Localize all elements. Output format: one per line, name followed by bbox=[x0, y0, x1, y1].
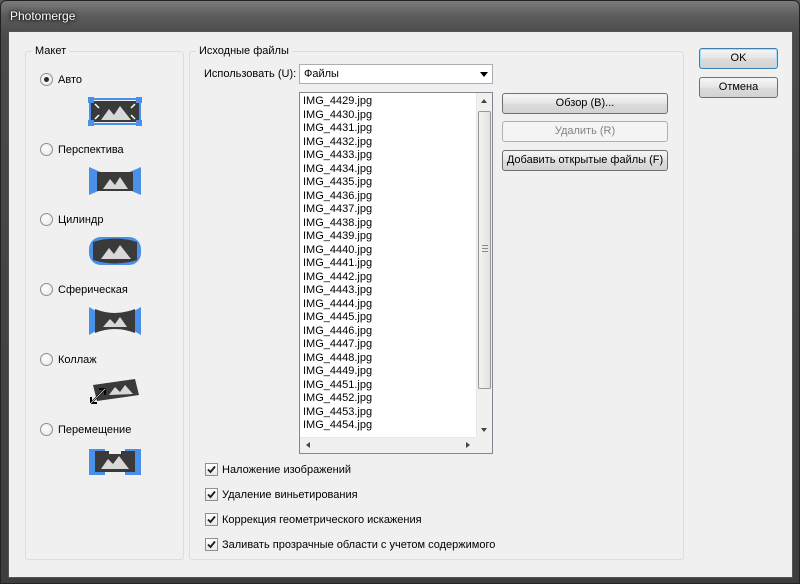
file-list-item[interactable]: IMG_4453.jpg bbox=[303, 406, 475, 420]
collage-label: Коллаж bbox=[58, 353, 97, 366]
auto-layout-icon bbox=[88, 97, 142, 126]
file-list-item[interactable]: IMG_4454.jpg bbox=[303, 419, 475, 433]
content-aware-fill-option[interactable]: Заливать прозрачные области с учетом сод… bbox=[205, 538, 495, 551]
layout-option-spherical[interactable]: Сферическая bbox=[40, 283, 128, 296]
scroll-right-arrow-icon[interactable] bbox=[466, 442, 470, 448]
title-bar[interactable]: Photomerge bbox=[1, 1, 799, 31]
spherical-label: Сферическая bbox=[58, 283, 128, 296]
cylinder-radio[interactable] bbox=[40, 213, 53, 226]
file-list-item[interactable]: IMG_4446.jpg bbox=[303, 325, 475, 339]
vignette-removal-label: Удаление виньетирования bbox=[222, 488, 358, 501]
chevron-down-icon bbox=[480, 72, 488, 77]
vignette-removal-checkbox[interactable] bbox=[205, 488, 218, 501]
use-label: Использовать (U): bbox=[204, 68, 297, 80]
file-list-item[interactable]: IMG_4441.jpg bbox=[303, 257, 475, 271]
checkmark-icon bbox=[207, 540, 216, 549]
layout-option-perspective[interactable]: Перспектива bbox=[40, 143, 124, 156]
blend-images-option[interactable]: Наложение изображений bbox=[205, 463, 351, 476]
file-list-item[interactable]: IMG_4448.jpg bbox=[303, 352, 475, 366]
layout-option-collage[interactable]: Коллаж bbox=[40, 353, 97, 366]
file-list-item[interactable]: IMG_4430.jpg bbox=[303, 109, 475, 123]
dialog-client: Макет Авто Перспектива Цилиндр Сферическ… bbox=[8, 31, 793, 578]
file-list-item[interactable]: IMG_4439.jpg bbox=[303, 230, 475, 244]
perspective-label: Перспектива bbox=[58, 143, 124, 156]
scroll-up-arrow-icon[interactable] bbox=[481, 99, 487, 103]
auto-label: Авто bbox=[58, 73, 82, 86]
file-list-item[interactable]: IMG_4447.jpg bbox=[303, 338, 475, 352]
source-files-legend: Исходные файлы bbox=[199, 45, 289, 57]
remove-button[interactable]: Удалить (R) bbox=[502, 121, 668, 142]
file-list-item[interactable]: IMG_4440.jpg bbox=[303, 244, 475, 258]
perspective-radio[interactable] bbox=[40, 143, 53, 156]
reposition-label: Перемещение bbox=[58, 423, 132, 436]
file-list-item[interactable]: IMG_4437.jpg bbox=[303, 203, 475, 217]
distortion-correction-option[interactable]: Коррекция геометрического искажения bbox=[205, 513, 422, 526]
cancel-button[interactable]: Отмена bbox=[699, 77, 778, 98]
blend-images-checkbox[interactable] bbox=[205, 463, 218, 476]
file-list-item[interactable]: IMG_4435.jpg bbox=[303, 176, 475, 190]
reposition-radio[interactable] bbox=[40, 423, 53, 436]
vertical-scrollbar[interactable] bbox=[476, 93, 492, 437]
reposition-layout-icon bbox=[89, 446, 141, 475]
file-list-item[interactable]: IMG_4445.jpg bbox=[303, 311, 475, 325]
perspective-layout-icon bbox=[89, 167, 141, 195]
collage-layout-icon bbox=[90, 379, 139, 404]
file-list-item[interactable]: IMG_4438.jpg bbox=[303, 217, 475, 231]
spherical-layout-icon bbox=[89, 307, 141, 335]
checkmark-icon bbox=[207, 515, 216, 524]
collage-radio[interactable] bbox=[40, 353, 53, 366]
layout-option-cylinder[interactable]: Цилиндр bbox=[40, 213, 103, 226]
window-title: Photomerge bbox=[10, 9, 76, 23]
layout-option-auto[interactable]: Авто bbox=[40, 73, 82, 86]
scrollbar-corner bbox=[476, 437, 492, 453]
add-open-files-button[interactable]: Добавить открытые файлы (F) bbox=[502, 150, 668, 171]
distortion-correction-label: Коррекция геометрического искажения bbox=[222, 513, 422, 526]
spherical-radio[interactable] bbox=[40, 283, 53, 296]
file-list-item[interactable]: IMG_4451.jpg bbox=[303, 379, 475, 393]
cylinder-label: Цилиндр bbox=[58, 213, 104, 226]
layout-group-legend: Макет bbox=[35, 45, 67, 57]
vignette-removal-option[interactable]: Удаление виньетирования bbox=[205, 488, 358, 501]
file-list-item[interactable]: IMG_4432.jpg bbox=[303, 136, 475, 150]
file-list-item[interactable]: IMG_4444.jpg bbox=[303, 298, 475, 312]
file-list[interactable]: IMG_4429.jpg IMG_4430.jpg IMG_4431.jpg IMG_… bbox=[299, 92, 493, 454]
distortion-correction-checkbox[interactable] bbox=[205, 513, 218, 526]
photomerge-window: Photomerge Макет Авто Перспектива Цилинд… bbox=[0, 0, 800, 584]
file-list-item[interactable]: IMG_4433.jpg bbox=[303, 149, 475, 163]
horizontal-scrollbar[interactable] bbox=[300, 437, 476, 453]
file-list-item[interactable]: IMG_4436.jpg bbox=[303, 190, 475, 204]
checkmark-icon bbox=[207, 465, 216, 474]
ok-button[interactable]: OK bbox=[699, 48, 778, 69]
file-list-item[interactable]: IMG_4431.jpg bbox=[303, 122, 475, 136]
content-aware-fill-label: Заливать прозрачные области с учетом сод… bbox=[222, 538, 496, 551]
file-list-item[interactable]: IMG_4442.jpg bbox=[303, 271, 475, 285]
scroll-left-arrow-icon[interactable] bbox=[306, 442, 310, 448]
file-list-item[interactable]: IMG_4449.jpg bbox=[303, 365, 475, 379]
use-select[interactable]: Файлы bbox=[299, 64, 493, 84]
blend-images-label: Наложение изображений bbox=[222, 463, 352, 476]
content-aware-fill-checkbox[interactable] bbox=[205, 538, 218, 551]
cylinder-layout-icon bbox=[89, 237, 141, 265]
checkmark-icon bbox=[207, 490, 216, 499]
file-list-item[interactable]: IMG_4443.jpg bbox=[303, 284, 475, 298]
use-select-value: Файлы bbox=[304, 68, 339, 80]
auto-radio[interactable] bbox=[40, 73, 53, 86]
layout-group: Макет Авто Перспектива Цилиндр Сферическ… bbox=[25, 45, 184, 560]
browse-button[interactable]: Обзор (B)... bbox=[502, 93, 668, 114]
scroll-thumb[interactable] bbox=[478, 111, 491, 389]
file-list-items: IMG_4429.jpg IMG_4430.jpg IMG_4431.jpg IMG_… bbox=[303, 95, 475, 437]
scroll-down-arrow-icon[interactable] bbox=[481, 428, 487, 432]
layout-option-reposition[interactable]: Перемещение bbox=[40, 423, 131, 436]
file-list-item[interactable]: IMG_4429.jpg bbox=[303, 95, 475, 109]
file-list-item[interactable]: IMG_4434.jpg bbox=[303, 163, 475, 177]
file-list-item[interactable]: IMG_4452.jpg bbox=[303, 392, 475, 406]
